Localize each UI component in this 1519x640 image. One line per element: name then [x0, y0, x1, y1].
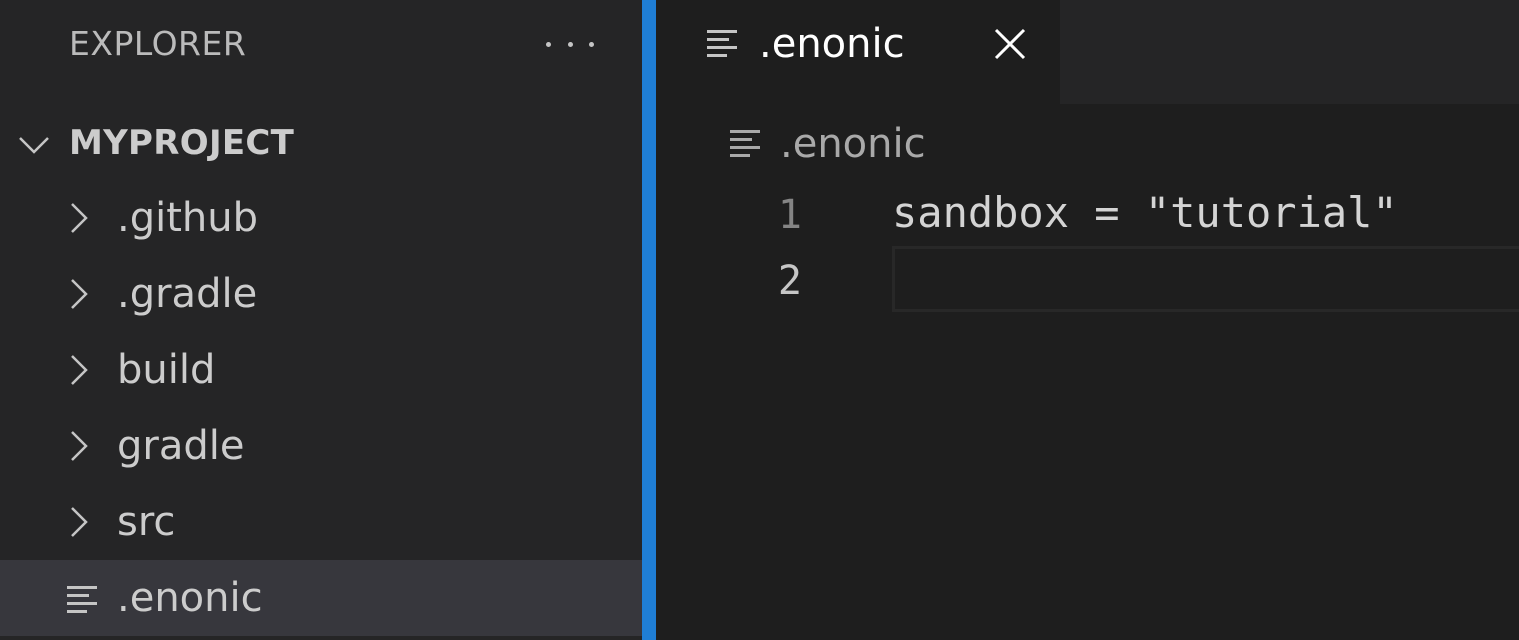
tree-item-src[interactable]: src: [0, 484, 642, 560]
text-file-icon: [707, 30, 737, 57]
explorer-header: EXPLORER: [0, 0, 642, 88]
explorer-sidebar: EXPLORER MYPROJECT .github .gradle build…: [0, 0, 642, 640]
tree-item-label: .enonic: [117, 575, 263, 621]
vscode-window: EXPLORER MYPROJECT .github .gradle build…: [0, 0, 1519, 640]
code-line[interactable]: sandbox = "tutorial": [892, 180, 1519, 246]
code-line-current[interactable]: [892, 246, 1519, 312]
tree-item-github[interactable]: .github: [0, 180, 642, 256]
tree-item-gradle-dot[interactable]: .gradle: [0, 256, 642, 332]
editor-area: .enonic .enonic 1 2 sandbox = "tutorial": [656, 0, 1519, 640]
tree-item-gradle[interactable]: gradle: [0, 408, 642, 484]
chevron-right-icon: [71, 431, 88, 461]
text-file-icon: [67, 586, 97, 613]
more-actions-icon[interactable]: [540, 26, 600, 62]
explorer-title: EXPLORER: [69, 24, 247, 63]
project-section-header[interactable]: MYPROJECT: [0, 118, 642, 168]
tree-item-label: src: [117, 499, 176, 545]
tab-bar: .enonic: [656, 0, 1519, 104]
sidebar-focus-border[interactable]: [642, 0, 656, 640]
tab-label: .enonic: [759, 21, 905, 67]
close-icon[interactable]: [992, 26, 1028, 62]
tree-item-enonic-file[interactable]: .enonic: [0, 560, 642, 636]
tree-item-label: .gradle: [117, 271, 258, 317]
tree-item-label: build: [117, 347, 216, 393]
tree-item-label: .github: [117, 195, 258, 241]
tree-item-label: gradle: [117, 423, 245, 469]
breadcrumb-label: .enonic: [780, 121, 926, 167]
chevron-right-icon: [71, 355, 88, 385]
project-name: MYPROJECT: [69, 123, 295, 163]
tab-enonic[interactable]: .enonic: [656, 0, 1060, 104]
chevron-down-icon: [19, 137, 49, 154]
chevron-right-icon: [71, 507, 88, 537]
text-file-icon: [730, 130, 760, 157]
chevron-right-icon: [71, 203, 88, 233]
line-number: 2: [777, 258, 802, 304]
chevron-right-icon: [71, 279, 88, 309]
tree-item-build[interactable]: build: [0, 332, 642, 408]
line-number: 1: [777, 192, 802, 238]
